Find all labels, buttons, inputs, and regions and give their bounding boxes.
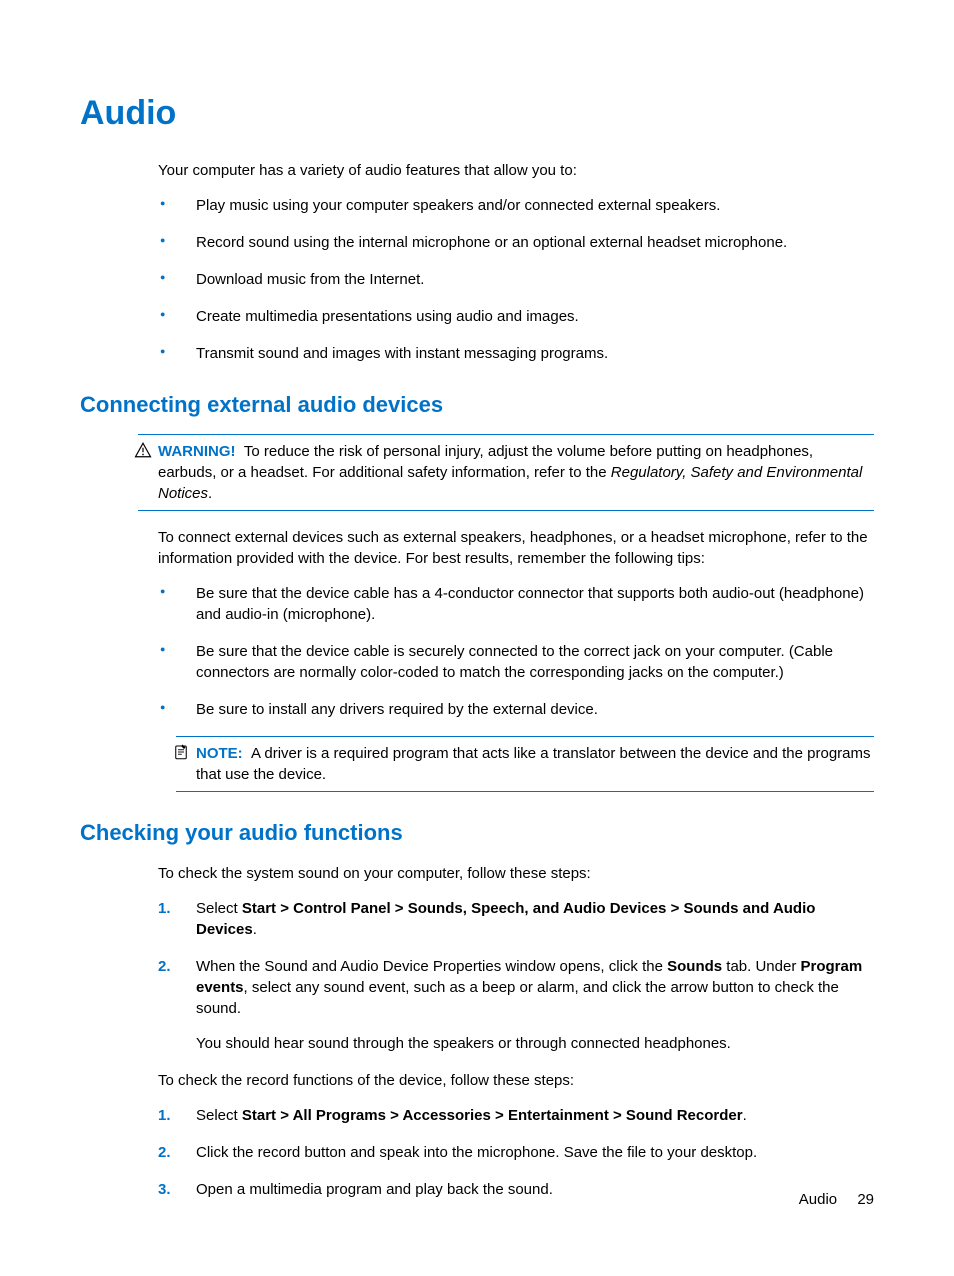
step-number: 3. [158, 1179, 171, 1200]
section-b-para2: To check the record functions of the dev… [158, 1070, 874, 1091]
step-text: . [743, 1107, 747, 1124]
list-item: Be sure to install any drivers required … [158, 699, 874, 720]
note-callout: NOTE: A driver is a required program tha… [176, 736, 874, 792]
step-bold: Start > All Programs > Accessories > Ent… [242, 1107, 743, 1124]
page-title: Audio [80, 90, 874, 138]
list-item: Transmit sound and images with instant m… [158, 343, 874, 364]
list-item: Create multimedia presentations using au… [158, 306, 874, 327]
step-bold: Sounds [667, 958, 722, 975]
intro-bullet-list: Play music using your computer speakers … [158, 195, 874, 364]
document-page: Audio Your computer has a variety of aud… [0, 0, 954, 1276]
step-extra-text: You should hear sound through the speake… [196, 1033, 874, 1054]
note-icon [172, 743, 190, 761]
footer-page-number: 29 [857, 1191, 874, 1208]
step-number: 1. [158, 898, 171, 919]
section-heading-checking: Checking your audio functions [80, 818, 874, 849]
step-text: . [253, 921, 257, 938]
step-number: 2. [158, 956, 171, 977]
section-b-para1: To check the system sound on your comput… [158, 863, 874, 884]
steps-list-1: 1. Select Start > Control Panel > Sounds… [158, 898, 874, 1054]
warning-icon [134, 441, 152, 459]
warning-text-post: . [208, 485, 212, 502]
note-text: A driver is a required program that acts… [196, 745, 871, 783]
step-item: 1. Select Start > All Programs > Accesso… [158, 1105, 874, 1126]
page-footer: Audio 29 [799, 1189, 874, 1210]
step-number: 1. [158, 1105, 171, 1126]
step-item: 2. When the Sound and Audio Device Prope… [158, 956, 874, 1054]
step-bold: Start > Control Panel > Sounds, Speech, … [196, 900, 815, 938]
step-item: 1. Select Start > Control Panel > Sounds… [158, 898, 874, 940]
section-heading-connecting: Connecting external audio devices [80, 390, 874, 421]
section-a-paragraph: To connect external devices such as exte… [158, 527, 874, 569]
warning-callout: WARNING! To reduce the risk of personal … [138, 434, 874, 511]
note-label: NOTE: [196, 745, 243, 762]
step-text: Select [196, 1107, 242, 1124]
step-text: , select any sound event, such as a beep… [196, 979, 839, 1017]
list-item: Play music using your computer speakers … [158, 195, 874, 216]
intro-paragraph: Your computer has a variety of audio fea… [158, 160, 874, 181]
step-number: 2. [158, 1142, 171, 1163]
step-item: 2. Click the record button and speak int… [158, 1142, 874, 1163]
section-a-bullet-list: Be sure that the device cable has a 4-co… [158, 583, 874, 720]
step-text: Open a multimedia program and play back … [196, 1181, 553, 1198]
list-item: Download music from the Internet. [158, 269, 874, 290]
step-item: 3. Open a multimedia program and play ba… [158, 1179, 874, 1200]
list-item: Be sure that the device cable has a 4-co… [158, 583, 874, 625]
list-item: Record sound using the internal micropho… [158, 232, 874, 253]
footer-section: Audio [799, 1191, 837, 1208]
steps-list-2: 1. Select Start > All Programs > Accesso… [158, 1105, 874, 1200]
step-text: tab. Under [722, 958, 800, 975]
step-text: When the Sound and Audio Device Properti… [196, 958, 667, 975]
step-text: Click the record button and speak into t… [196, 1144, 757, 1161]
step-text: Select [196, 900, 242, 917]
list-item: Be sure that the device cable is securel… [158, 641, 874, 683]
warning-label: WARNING! [158, 443, 236, 460]
